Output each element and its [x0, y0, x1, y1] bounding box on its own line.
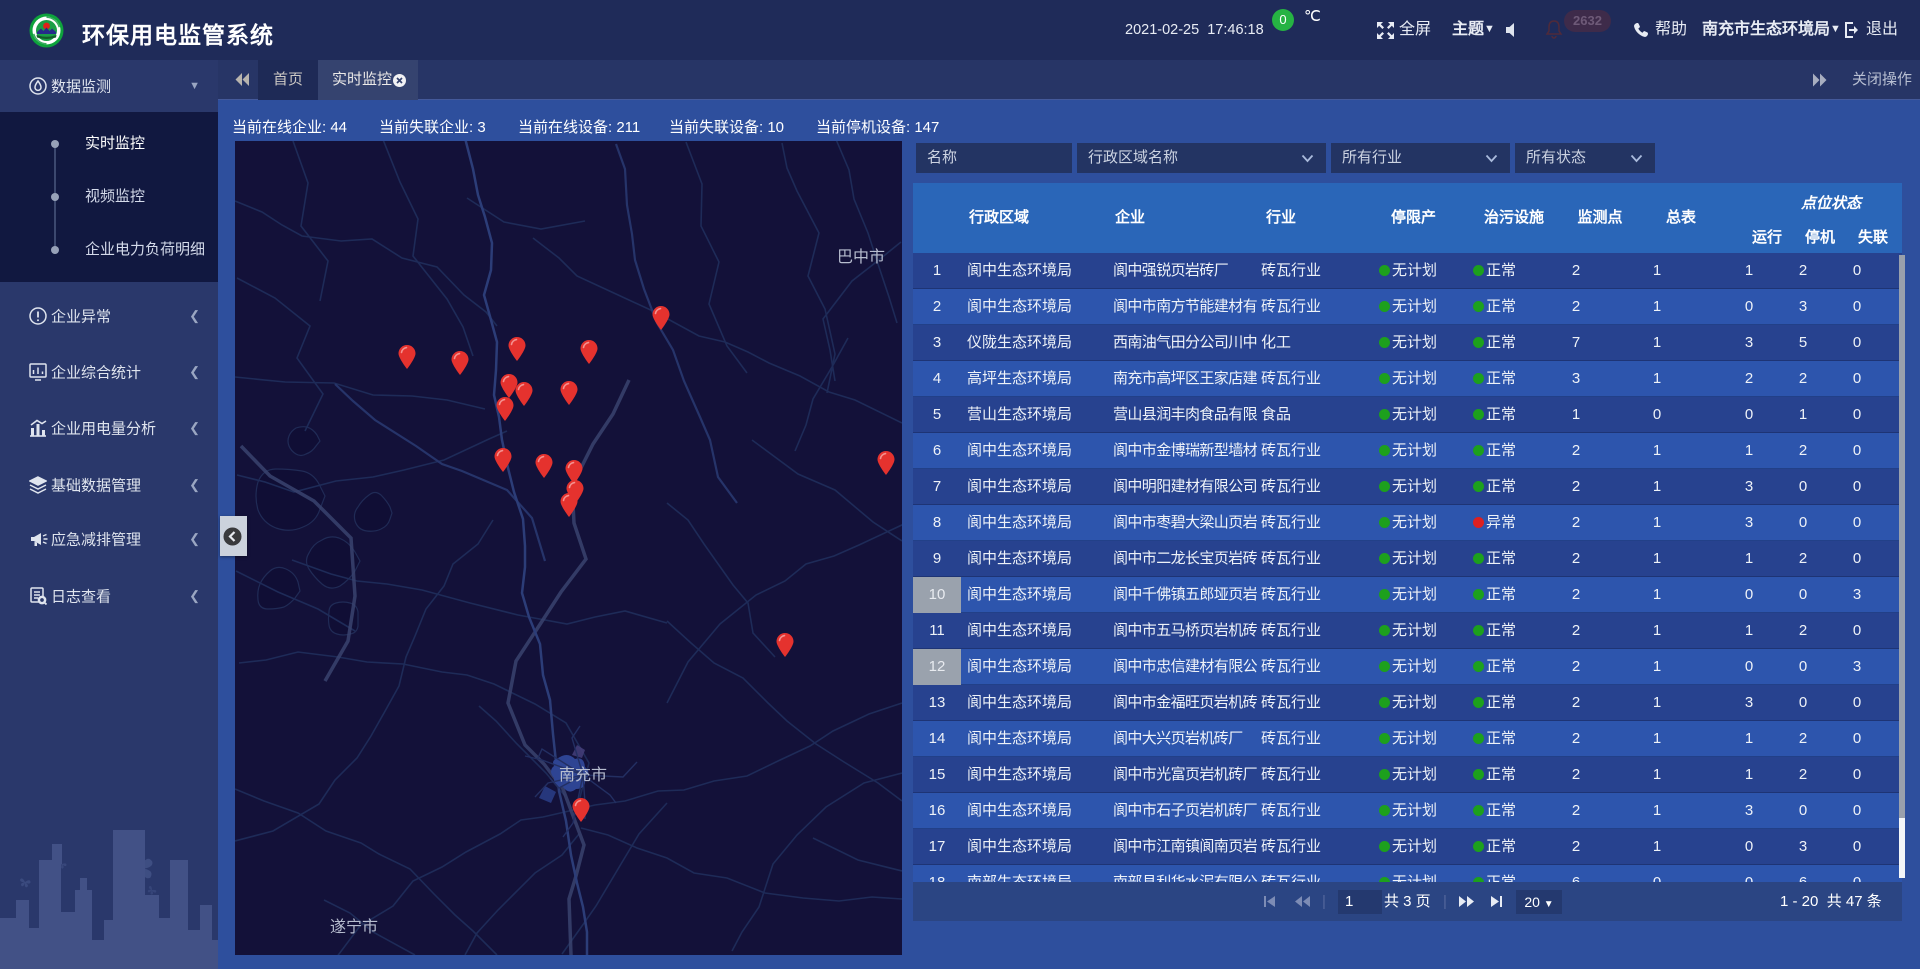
svg-text:遂宁市: 遂宁市	[330, 918, 378, 936]
svg-text:巴中市: 巴中市	[837, 248, 885, 266]
svg-text:南充市: 南充市	[559, 766, 607, 784]
